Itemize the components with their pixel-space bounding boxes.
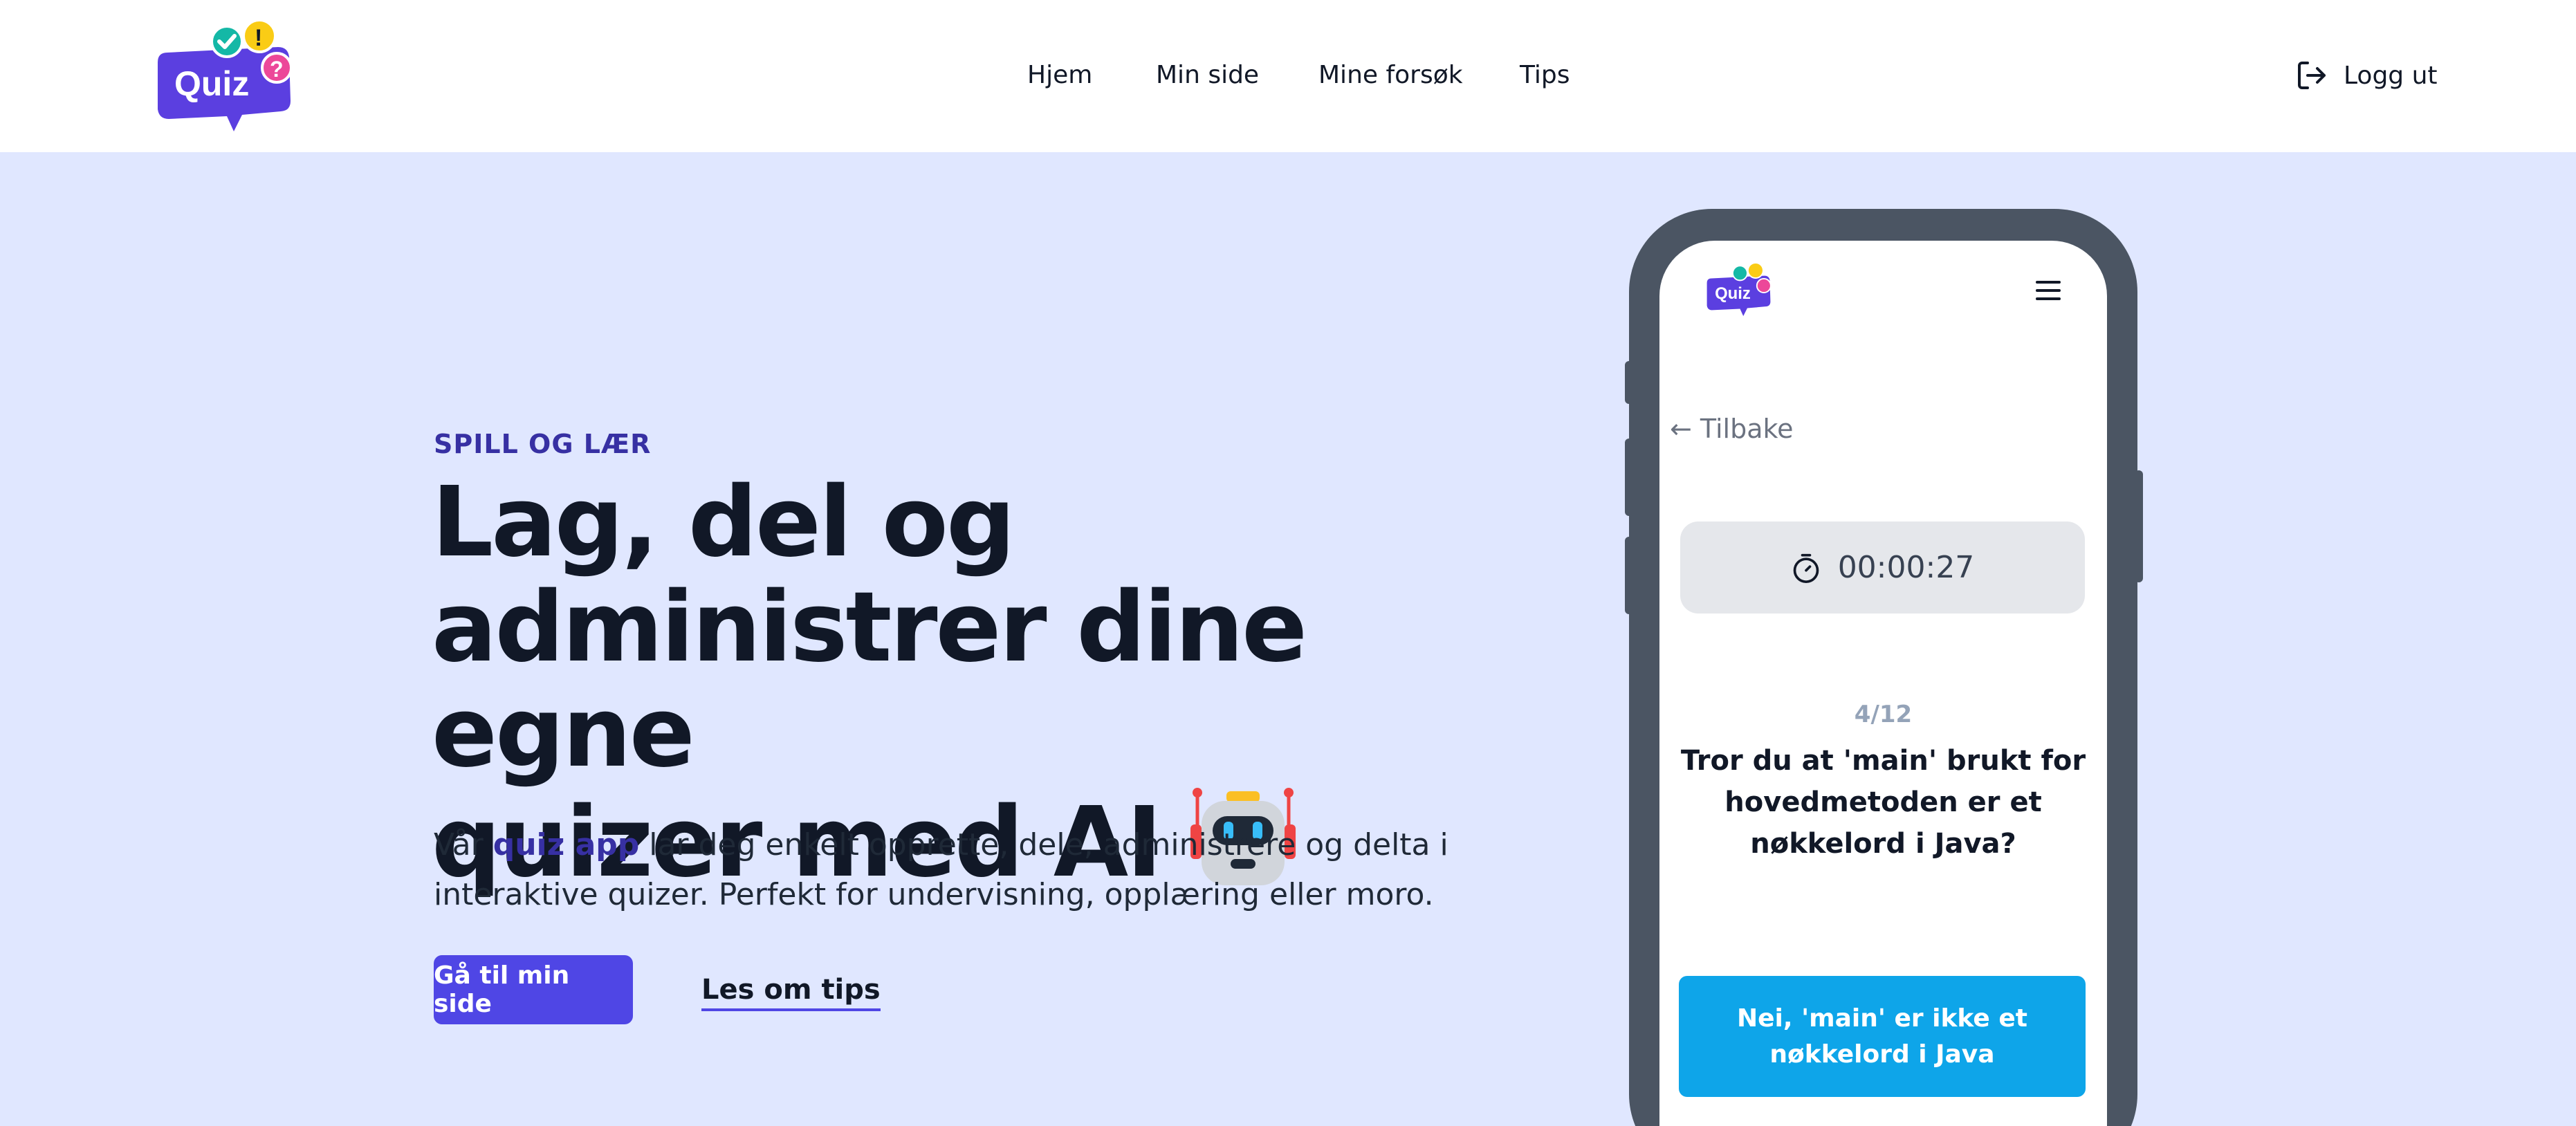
logout-label: Logg ut [2344,61,2438,90]
answer-option-button[interactable]: Nei, 'main' er ikke et nøkkelord i Java [1679,976,2086,1097]
timer-value: 00:00:27 [1837,550,1975,585]
headline-line-2: administrer dine egne [432,571,1307,789]
hero-description: Vår quiz app lar deg enkelt opprette, de… [434,827,1448,912]
go-to-my-page-button[interactable]: Gå til min side [434,955,633,1024]
headline-line-1: Lag, del og [432,466,1015,579]
site-header: Quiz ! ? Hjem Min side Mine forsøk Tips … [0,0,2576,152]
question-progress: 4/12 [1854,701,1913,728]
nav-item-min-side[interactable]: Min side [1156,61,1259,89]
quiz-logo[interactable]: Quiz ! ? [145,19,304,133]
phone-quiz-logo: Quiz [1706,262,1772,317]
phone-screen: Quiz ← Tilbake 00:00:27 4/12 Tror du at … [1659,241,2107,1126]
phone-mockup: Quiz ← Tilbake 00:00:27 4/12 Tror du at … [1629,209,2137,1126]
back-link[interactable]: ← Tilbake [1670,414,1794,444]
description-highlight: quiz app [493,827,640,862]
svg-text:Quiz: Quiz [174,64,249,103]
read-about-tips-link[interactable]: Les om tips [701,974,881,1011]
hamburger-menu-icon[interactable] [2036,281,2061,302]
nav-item-hjem[interactable]: Hjem [1027,61,1092,89]
logout-button[interactable]: Logg ut [2295,58,2438,93]
question-text: Tror du at 'main' brukt for hovedmetoden… [1680,745,2086,860]
quiz-timer: 00:00:27 [1680,522,2085,613]
svg-text:!: ! [255,25,262,51]
svg-text:Quiz: Quiz [1715,284,1751,303]
nav-item-tips[interactable]: Tips [1520,61,1570,89]
svg-text:?: ? [270,57,284,82]
hero-eyebrow: SPILL OG LÆR [434,429,652,459]
stopwatch-icon [1793,553,1819,583]
nav-item-mine-forsok[interactable]: Mine forsøk [1318,61,1463,89]
logout-icon [2298,62,2326,89]
hero-section: SPILL OG LÆR Lag, del og administrer din… [0,152,2576,1126]
